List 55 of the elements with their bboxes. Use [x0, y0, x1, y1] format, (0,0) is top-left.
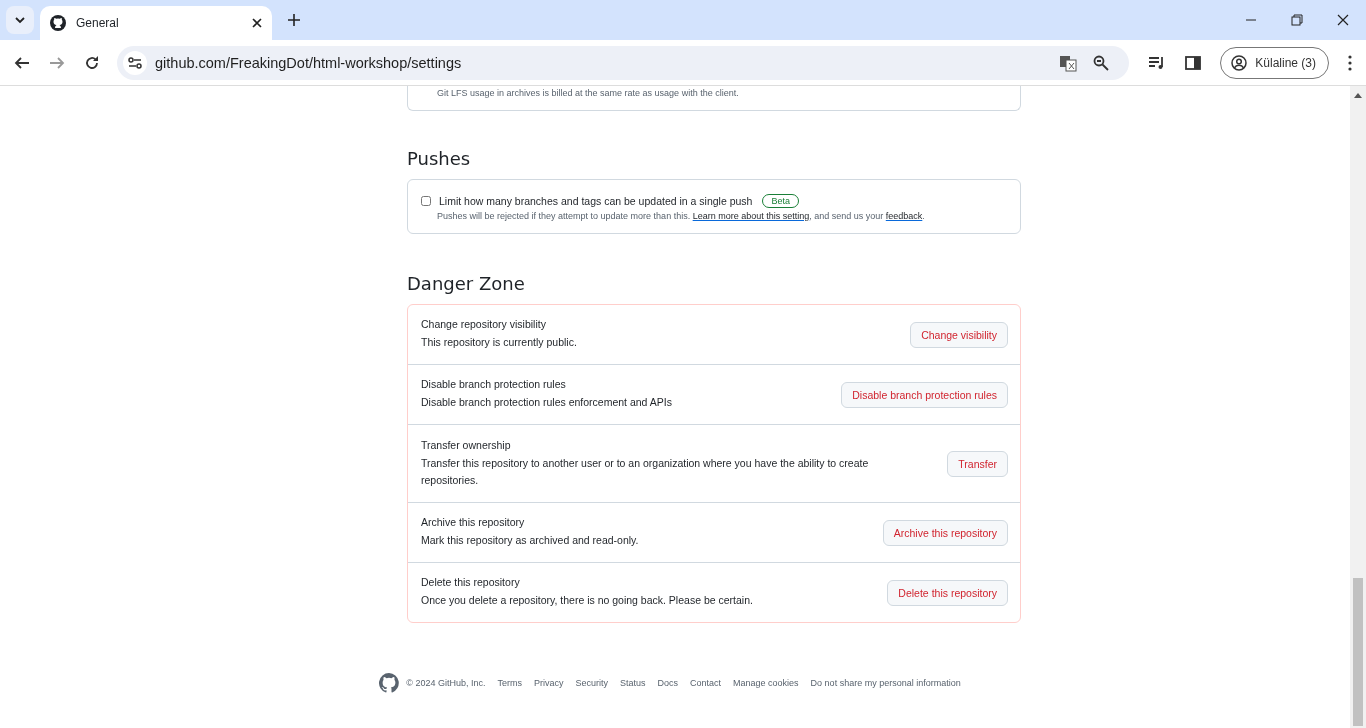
site-settings-icon[interactable]	[123, 50, 147, 75]
profile-button[interactable]: Külaline (3)	[1220, 46, 1329, 79]
cat-logo-icon[interactable]	[379, 673, 400, 693]
back-arrow-icon[interactable]	[14, 54, 30, 71]
footer-link[interactable]: Manage cookies	[733, 678, 799, 688]
footer-link[interactable]: Contact	[690, 678, 722, 688]
scrollbar-thumb[interactable]	[1353, 578, 1363, 726]
footer-link[interactable]: Status	[620, 678, 646, 688]
person-icon	[1231, 54, 1248, 71]
chevron-down-icon	[14, 14, 26, 26]
setting-description: Mark this repository as archived and read-only.	[421, 533, 640, 548]
footer-link[interactable]: Do not share my personal information	[810, 678, 961, 688]
setting-description: This repository is currently public.	[421, 335, 578, 350]
zoom-out-icon[interactable]	[1093, 54, 1110, 71]
setting-description: Disable branch protection rules enforcement and APIs	[421, 395, 673, 410]
footer-link[interactable]: Privacy	[533, 678, 564, 688]
setting-title: Transfer ownership	[421, 438, 512, 451]
translate-icon[interactable]	[1059, 53, 1078, 72]
tab-title: General	[76, 16, 120, 30]
close-icon[interactable]	[1337, 14, 1349, 26]
footer-link[interactable]: Docs	[657, 678, 679, 688]
footer-link[interactable]: Security	[575, 678, 608, 688]
setting-title: Disable branch protection rules	[421, 378, 567, 390]
danger-button[interactable]: Transfer	[947, 450, 1008, 477]
address-bar[interactable]: github.com/FreakingDot/html-workshop/settings	[117, 45, 1130, 80]
setting-title: Change repository visibility	[421, 318, 547, 330]
url-text: github.com/FreakingDot/html-workshop/settings	[155, 54, 462, 71]
danger-button[interactable]: Delete this repository	[887, 579, 1008, 606]
section-heading: Danger Zone	[407, 273, 526, 294]
cat-logo-icon	[50, 15, 66, 31]
setting-title: Archive this repository	[421, 516, 526, 528]
option-description: Pushes will be rejected if they attempt to update more than this. Learn more about this setting, and send us your feedback.	[437, 211, 926, 221]
danger-button[interactable]: Change visibility	[910, 321, 1008, 348]
section-heading: Pushes	[407, 148, 472, 169]
close-icon[interactable]	[252, 18, 262, 28]
browser-tab[interactable]: General	[40, 6, 272, 40]
tab-search-button[interactable]	[6, 6, 34, 34]
setting-description: Transfer this repository to another user or to an organization where you have the ability to create repositories.	[421, 455, 870, 488]
footer-link[interactable]: Terms	[497, 678, 522, 688]
checkbox[interactable]	[421, 196, 431, 206]
scrollbar[interactable]	[1350, 86, 1366, 728]
lfs-note: Git LFS usage in archives is billed at the same rate as usage with the client.	[437, 88, 740, 98]
more-options-icon[interactable]	[1348, 54, 1352, 71]
danger-button[interactable]: Disable branch protection rules	[841, 381, 1008, 408]
danger-button[interactable]: Archive this repository	[882, 519, 1008, 546]
copyright-text: © 2024 GitHub, Inc.	[406, 678, 486, 688]
new-tab-icon[interactable]	[288, 14, 300, 26]
setting-description: Once you delete a repository, there is no going back. Please be certain.	[421, 593, 754, 608]
reload-icon[interactable]	[84, 54, 100, 71]
scroll-up-icon[interactable]	[1354, 92, 1362, 98]
forward-arrow-icon[interactable]	[49, 54, 65, 71]
side-panel-icon[interactable]	[1185, 54, 1202, 71]
setting-title: Delete this repository	[421, 576, 521, 588]
option-label: Limit how many branches and tags can be updated in a single push	[439, 195, 753, 207]
restore-icon[interactable]	[1291, 14, 1303, 26]
